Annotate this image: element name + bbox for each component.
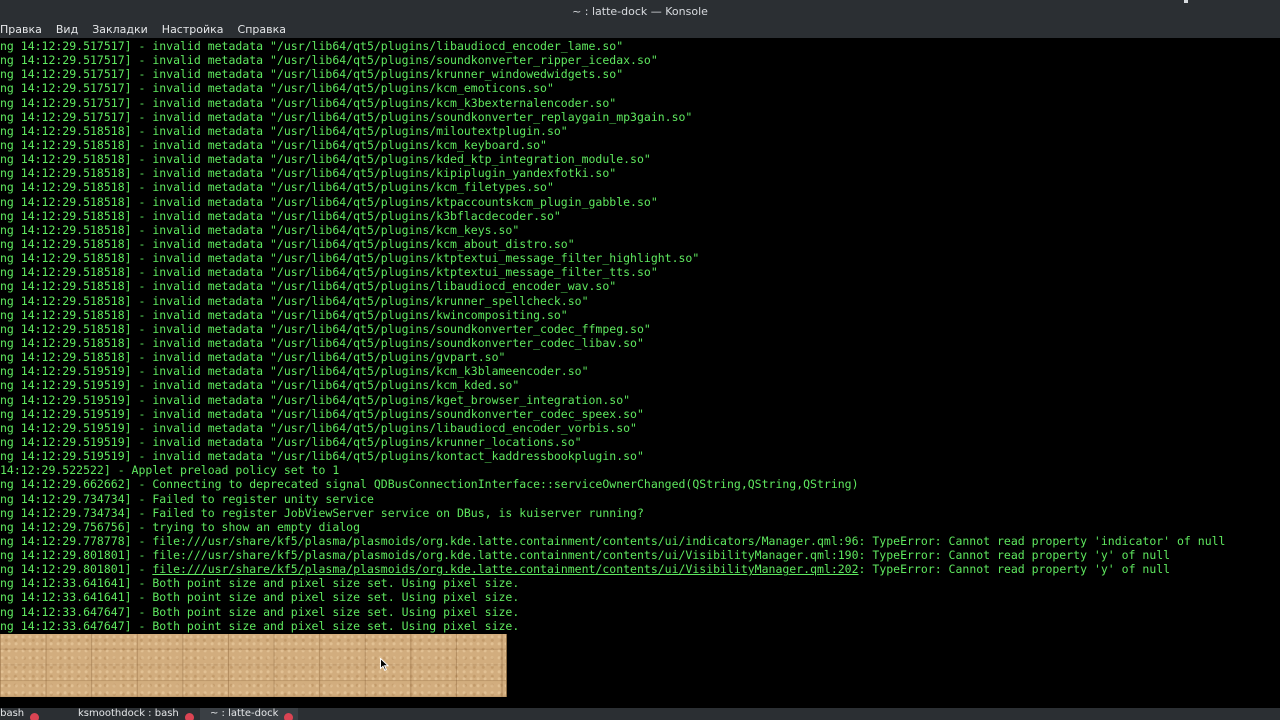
log-line: ng 14:12:33.641641] - Both point size an… [0,576,520,591]
log-line: ng 14:12:29.517517] - invalid metadata "… [0,67,624,82]
log-line: ng 14:12:29.801801] - file:///usr/share/… [0,548,1171,563]
log-line: 14:12:29.522522] - Applet preload policy… [0,463,340,478]
log-line: ng 14:12:29.778778] - file:///usr/share/… [0,533,1226,548]
log-line-prefix: ng 14:12:29.801801] - [0,562,153,577]
log-line: ng 14:12:33.641641] - Both point size an… [0,590,520,605]
terminal-output: ng 14:12:29.517517] - invalid metadata "… [0,39,1280,675]
window-title: ~ : latte-dock — Konsole [572,4,708,18]
log-line: ng 14:12:29.518518] - invalid metadata "… [0,152,651,167]
log-line: ng 14:12:29.518518] - invalid metadata "… [0,166,617,181]
log-line: ng 14:12:29.518518] - invalid metadata "… [0,251,700,266]
log-line: ng 14:12:29.734734] - Failed to register… [0,505,644,520]
tab-label: ksmoothdock : bash [78,708,179,719]
menu-bookmarks[interactable]: Закладки [92,22,148,38]
log-line: ng 14:12:29.518518] - invalid metadata "… [0,265,658,280]
log-line: ng 14:12:29.519519] - invalid metadata "… [0,449,644,464]
log-line-suffix: : TypeError: Cannot read property 'y' of… [858,562,1171,577]
menu-help[interactable]: Справка [238,22,286,38]
menu-edit[interactable]: Правка [0,22,42,38]
log-line: ng 14:12:29.518518] - invalid metadata "… [0,208,561,223]
menu-settings[interactable]: Настройка [162,22,224,38]
close-icon[interactable] [30,713,40,720]
file-link[interactable]: file:///usr/share/kf5/plasma/plasmoids/o… [152,562,858,576]
log-line: ng 14:12:29.518518] - invalid metadata "… [0,137,547,152]
log-line-with-link: ng 14:12:29.801801] - file:///usr/share/… [0,562,1280,576]
mouse-pointer-icon [380,658,389,671]
close-icon[interactable] [284,713,294,720]
tab-bash-home[interactable]: ~ : bash [0,708,40,720]
log-line: ng 14:12:29.518518] - invalid metadata "… [0,335,644,350]
log-line: ng 14:12:33.647647] - Both point size an… [0,618,520,633]
log-line: ng 14:12:29.518518] - invalid metadata "… [0,123,568,138]
log-line: ng 14:12:29.517517] - invalid metadata "… [0,95,617,110]
wooden-texture-panel[interactable] [0,634,507,697]
log-line: ng 14:12:29.519519] - invalid metadata "… [0,392,631,407]
log-line: ng 14:12:29.518518] - invalid metadata "… [0,222,520,237]
tab-bar: ~ : bash ksmoothdock : bash ~ : latte-do… [0,708,1280,720]
close-icon[interactable] [184,713,194,720]
log-line: ng 14:12:29.517517] - invalid metadata "… [0,53,658,68]
log-line: ng 14:12:29.518518] - invalid metadata "… [0,180,554,195]
log-line: ng 14:12:29.662662] - Connecting to depr… [0,477,859,492]
log-line: ng 14:12:29.517517] - invalid metadata "… [0,39,624,53]
tab-label: ~ : latte-dock [210,708,279,719]
log-line: ng 14:12:29.519519] - invalid metadata "… [0,364,589,379]
terminal-view[interactable]: ng 14:12:29.517517] - invalid metadata "… [0,38,1280,708]
menu-view[interactable]: Вид [56,22,78,38]
log-line: ng 14:12:29.518518] - invalid metadata "… [0,194,658,209]
log-line: ng 14:12:29.519519] - invalid metadata "… [0,420,637,435]
log-line: ng 14:12:29.519519] - invalid metadata "… [0,434,582,449]
log-line: ng 14:12:29.518518] - invalid metadata "… [0,350,506,365]
log-line: ng 14:12:29.518518] - invalid metadata "… [0,293,589,308]
log-line: ng 14:12:29.519519] - invalid metadata "… [0,406,644,421]
window-titlebar[interactable]: ~ : latte-dock — Konsole [0,0,1280,22]
tab-latte-dock[interactable]: ~ : latte-dock [200,708,298,720]
log-line: ng 14:12:29.756756] - trying to show an … [0,519,361,534]
log-line: ng 14:12:29.519519] - invalid metadata "… [0,378,520,393]
log-line: ng 14:12:29.518518] - invalid metadata "… [0,307,568,322]
log-line: ng 14:12:29.518518] - invalid metadata "… [0,321,651,336]
log-line: ng 14:12:33.647647] - Both point size an… [0,604,520,619]
log-line: ng 14:12:29.517517] - invalid metadata "… [0,81,554,96]
log-line: ng 14:12:29.517517] - invalid metadata "… [0,109,693,124]
menu-bar: Правка Вид Закладки Настройка Справка [0,22,1280,38]
log-line: ng 14:12:29.734734] - Failed to register… [0,491,374,506]
log-line: ng 14:12:29.518518] - invalid metadata "… [0,279,617,294]
titlebar-corner-mark [1184,0,1188,3]
tab-ksmoothdock[interactable]: ksmoothdock : bash [78,708,194,720]
log-line: ng 14:12:29.518518] - invalid metadata "… [0,236,575,251]
tab-label: ~ : bash [0,708,25,719]
